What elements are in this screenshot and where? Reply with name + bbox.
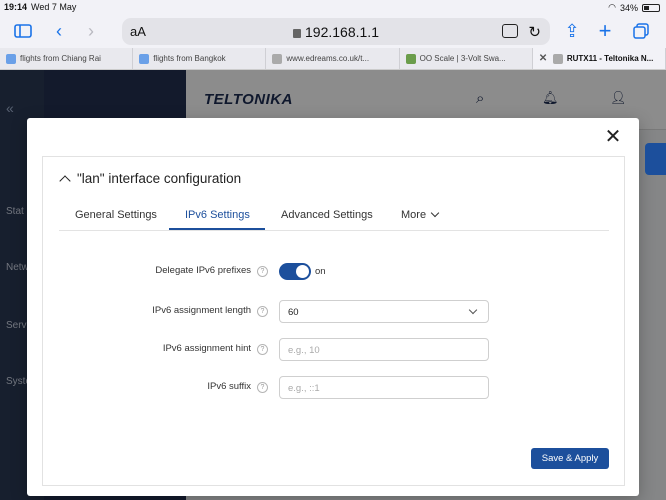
save-apply-button[interactable]: Save & Apply [531, 448, 609, 469]
assignment-length-value: 60 [288, 307, 299, 318]
browser-tab[interactable]: flights from Bangkok [133, 48, 267, 69]
active-tab-indicator [169, 228, 265, 230]
section-header[interactable]: "lan" interface configuration [59, 171, 242, 187]
toggle-state: on [315, 266, 326, 277]
tab-label: OO Scale | 3-Volt Swa... [419, 54, 506, 63]
tab-more-label: More [401, 209, 427, 221]
battery-icon [642, 3, 660, 12]
help-icon[interactable]: ? [257, 306, 268, 317]
suffix-input[interactable]: e.g., ::1 [279, 376, 489, 399]
delegate-label: Delegate IPv6 prefixes [155, 265, 251, 276]
assignment-hint-label: IPv6 assignment hint [162, 343, 251, 354]
tab-general-settings[interactable]: General Settings [75, 209, 157, 221]
browser-tab-strip: flights from Chiang Rai flights from Ban… [0, 48, 666, 70]
help-icon[interactable]: ? [257, 344, 268, 355]
favicon-icon [272, 54, 283, 64]
browser-tab[interactable]: flights from Chiang Rai [0, 48, 134, 69]
browser-tab[interactable]: OO Scale | 3-Volt Swa... [400, 48, 533, 69]
address-bar[interactable]: aA 192.168.1.1 ↻ [122, 18, 550, 45]
favicon-icon [139, 54, 150, 64]
forward-icon[interactable]: › [80, 20, 102, 42]
status-bar: 19:14 Wed 7 May ◠ 34% [0, 0, 666, 14]
wifi-icon: ◠ [608, 2, 616, 12]
browser-tab[interactable]: www.edreams.co.uk/t... [266, 48, 400, 69]
new-tab-icon[interactable]: + [594, 18, 616, 43]
tab-label: flights from Bangkok [153, 54, 226, 63]
delegate-row: Delegate IPv6 prefixes [43, 265, 251, 279]
url-field[interactable]: 192.168.1.1 [122, 24, 550, 40]
tab-ipv6-settings[interactable]: IPv6 Settings [185, 209, 250, 221]
reader-icon[interactable] [502, 24, 518, 38]
reload-icon[interactable]: ↻ [528, 23, 541, 41]
config-tabs: General Settings IPv6 Settings Advanced … [59, 203, 609, 231]
suffix-label: IPv6 suffix [207, 381, 251, 392]
battery-percent: 34% [619, 2, 638, 13]
delegate-toggle[interactable] [279, 263, 311, 280]
config-panel: "lan" interface configuration General Se… [42, 156, 625, 486]
assignment-hint-row: IPv6 assignment hint [43, 343, 251, 357]
side-panel-handle[interactable] [645, 143, 666, 175]
chevron-up-icon [59, 174, 71, 187]
status-date: Wed 7 May [31, 2, 77, 12]
suffix-row: IPv6 suffix [43, 381, 251, 395]
browser-tab-active[interactable]: ✕ RUTX11 - Teltonika N... [532, 48, 666, 69]
share-icon[interactable]: ⇪ [561, 20, 583, 42]
favicon-icon [6, 54, 16, 64]
close-tab-icon[interactable]: ✕ [539, 53, 547, 64]
back-icon[interactable]: ‹ [48, 20, 70, 42]
toggle-knob [296, 265, 309, 278]
tabs-overview-icon[interactable] [630, 20, 652, 42]
tab-label: www.edreams.co.uk/t... [286, 54, 370, 63]
chevron-down-icon [468, 305, 478, 315]
tab-more[interactable]: More [401, 208, 440, 221]
assignment-length-select[interactable]: 60 [279, 300, 489, 323]
assignment-length-row: IPv6 assignment length [43, 305, 251, 319]
help-icon[interactable]: ? [257, 266, 268, 277]
close-icon[interactable]: ✕ [604, 127, 622, 147]
lock-icon [293, 29, 302, 38]
help-icon[interactable]: ? [257, 382, 268, 393]
section-title: "lan" interface configuration [77, 171, 242, 186]
url-text: 192.168.1.1 [305, 24, 379, 40]
sidebar-toggle-icon[interactable] [12, 20, 34, 42]
assignment-hint-input[interactable]: e.g., 10 [279, 338, 489, 361]
tab-label: RUTX11 - Teltonika N... [566, 54, 654, 63]
favicon-icon [405, 54, 416, 64]
favicon-icon [552, 54, 563, 64]
tab-label: flights from Chiang Rai [20, 54, 101, 63]
status-time: 19:14 [4, 2, 28, 12]
chevron-down-icon [430, 208, 440, 218]
assignment-length-label: IPv6 assignment length [152, 305, 251, 316]
tab-advanced-settings[interactable]: Advanced Settings [281, 209, 373, 221]
browser-toolbar: ‹ › aA 192.168.1.1 ↻ ⇪ + [0, 14, 666, 48]
interface-config-modal: ✕ "lan" interface configuration General … [27, 118, 639, 496]
